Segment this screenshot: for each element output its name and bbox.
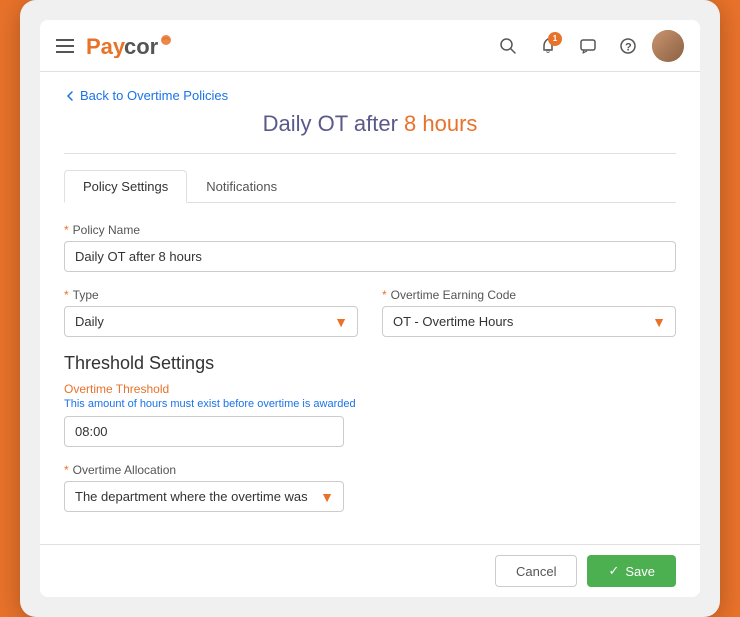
ot-earning-label: * Overtime Earning Code [382, 288, 676, 302]
tab-policy-settings[interactable]: Policy Settings [64, 170, 187, 203]
back-link[interactable]: Back to Overtime Policies [64, 88, 676, 103]
tab-notifications[interactable]: Notifications [187, 170, 296, 202]
page-title: Daily OT after 8 hours [64, 111, 676, 137]
logo: Pay cor [86, 34, 176, 58]
svg-text:cor: cor [124, 34, 159, 58]
policy-name-label-text: Policy Name [73, 223, 140, 237]
page-title-daily: Daily OT after [263, 111, 404, 136]
save-button-label: Save [625, 564, 655, 579]
overtime-allocation-label-text: Overtime Allocation [73, 463, 176, 477]
hamburger-menu-icon[interactable] [56, 39, 74, 53]
help-icon-button[interactable]: ? [612, 30, 644, 62]
svg-text:?: ? [625, 41, 632, 53]
back-arrow-icon [64, 90, 76, 102]
svg-text:Pay: Pay [86, 34, 126, 58]
type-required-star: * [64, 288, 69, 302]
policy-name-label: * Policy Name [64, 223, 676, 237]
nav-right: 1 ? [492, 30, 684, 62]
ot-earning-group: * Overtime Earning Code OT - Overtime Ho… [382, 288, 676, 337]
save-button[interactable]: ✓ Save [587, 555, 676, 587]
overtime-allocation-label: * Overtime Allocation [64, 463, 676, 477]
tabs-container: Policy Settings Notifications [64, 170, 676, 203]
page-title-hours: 8 hours [404, 111, 477, 136]
main-content: Back to Overtime Policies Daily OT after… [40, 72, 700, 544]
chat-icon [579, 37, 597, 55]
logo-svg: Pay cor [86, 34, 176, 58]
save-checkmark-icon: ✓ [608, 563, 619, 579]
footer-bar: Cancel ✓ Save [40, 544, 700, 597]
user-avatar[interactable] [652, 30, 684, 62]
ot-earning-label-text: Overtime Earning Code [391, 288, 516, 302]
avatar-image [652, 30, 684, 62]
overtime-allocation-group: * Overtime Allocation The department whe… [64, 463, 676, 512]
policy-name-input[interactable] [64, 241, 676, 272]
ot-earning-select[interactable]: OT - Overtime Hours DT - Double Time [382, 306, 676, 337]
search-icon-button[interactable] [492, 30, 524, 62]
threshold-section-title: Threshold Settings [64, 353, 676, 374]
ot-earning-required-star: * [382, 288, 387, 302]
overtime-threshold-group: Overtime Threshold This amount of hours … [64, 382, 676, 447]
cancel-button[interactable]: Cancel [495, 555, 577, 587]
type-label: * Type [64, 288, 358, 302]
ot-earning-select-wrapper: OT - Overtime Hours DT - Double Time ▼ [382, 306, 676, 337]
overtime-allocation-select-wrapper: The department where the overtime was wo… [64, 481, 344, 512]
navbar: Pay cor [40, 20, 700, 72]
type-select-wrapper: Daily Weekly Bi-Weekly ▼ [64, 306, 358, 337]
type-label-text: Type [73, 288, 99, 302]
overtime-allocation-select[interactable]: The department where the overtime was wo… [64, 481, 344, 512]
cancel-button-label: Cancel [516, 564, 556, 579]
tab-policy-settings-label: Policy Settings [83, 179, 168, 194]
messages-icon-button[interactable] [572, 30, 604, 62]
notifications-icon-button[interactable]: 1 [532, 30, 564, 62]
policy-name-required-star: * [64, 223, 69, 237]
title-divider [64, 153, 676, 154]
type-earning-row: * Type Daily Weekly Bi-Weekly ▼ * [64, 288, 676, 353]
back-link-label: Back to Overtime Policies [80, 88, 228, 103]
overtime-allocation-required-star: * [64, 463, 69, 477]
overtime-threshold-input[interactable] [64, 416, 344, 447]
device-frame: Pay cor [20, 0, 720, 617]
threshold-section: Threshold Settings Overtime Threshold Th… [64, 353, 676, 512]
overtime-threshold-label: Overtime Threshold [64, 382, 676, 396]
type-select[interactable]: Daily Weekly Bi-Weekly [64, 306, 358, 337]
overtime-threshold-hint: This amount of hours must exist before o… [64, 398, 676, 410]
search-icon [499, 37, 517, 55]
type-group: * Type Daily Weekly Bi-Weekly ▼ [64, 288, 358, 337]
tab-notifications-label: Notifications [206, 179, 277, 194]
policy-name-group: * Policy Name [64, 223, 676, 272]
help-icon: ? [619, 37, 637, 55]
nav-left: Pay cor [56, 34, 176, 58]
app-container: Pay cor [40, 20, 700, 597]
notifications-badge: 1 [548, 32, 562, 46]
